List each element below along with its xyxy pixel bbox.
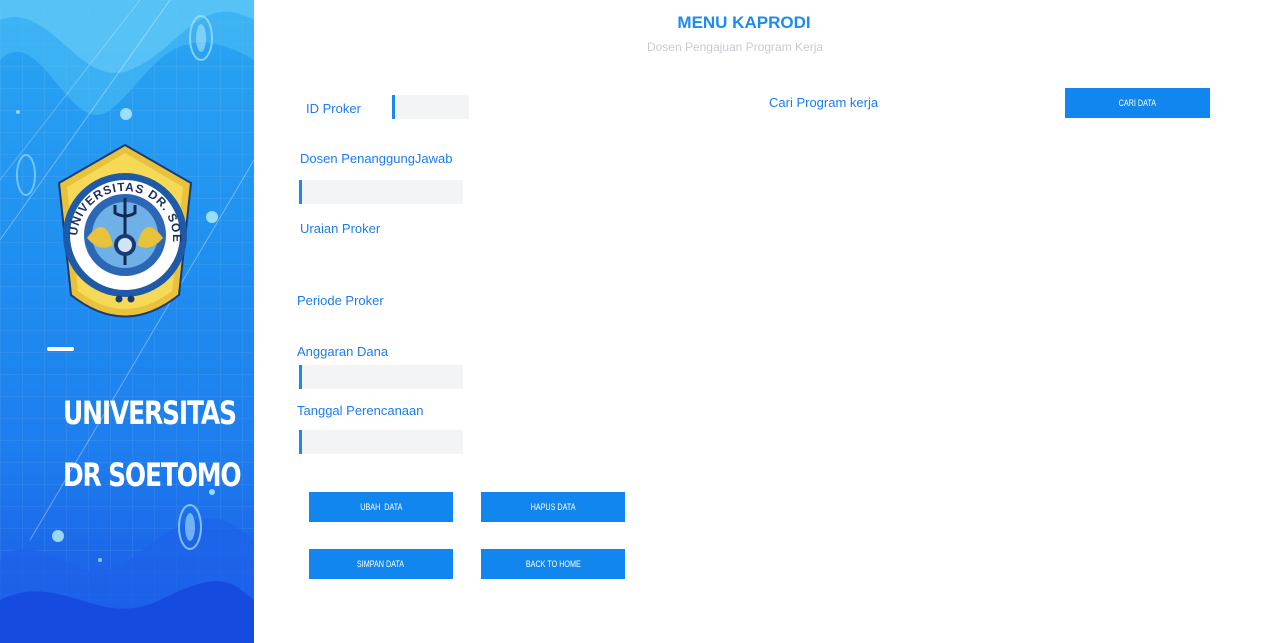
university-name-line1: UNIVERSITAS: [63, 394, 237, 432]
university-seal-icon: UNIVERSITAS DR. SOETOMO: [55, 143, 193, 318]
id-proker-input[interactable]: [392, 95, 469, 119]
delete-button-label: HAPUS DATA: [530, 502, 576, 512]
search-label: Cari Program kerja: [769, 95, 879, 110]
save-button[interactable]: SIMPAN DATA: [309, 549, 453, 579]
tanggal-input[interactable]: [299, 430, 463, 454]
page-subtitle: Dosen Pengajuan Program Kerja: [646, 40, 824, 54]
save-button-label: SIMPAN DATA: [357, 559, 405, 569]
tanggal-label: Tanggal Perencanaan: [297, 403, 424, 418]
sidebar-divider: [47, 347, 74, 351]
update-button[interactable]: UBAH DATA: [309, 492, 453, 522]
sidebar-panel: UNIVERSITAS DR. SOETOMO UNIVERSITAS DR S…: [0, 0, 254, 643]
anggaran-input[interactable]: [299, 365, 463, 389]
uraian-label: Uraian Proker: [300, 221, 381, 236]
page-title: MENU KAPRODI: [677, 13, 811, 32]
delete-button[interactable]: HAPUS DATA: [481, 492, 625, 522]
anggaran-label: Anggaran Dana: [297, 344, 389, 359]
dosen-input[interactable]: [299, 180, 463, 204]
id-proker-label: ID Proker: [306, 101, 361, 116]
dosen-label: Dosen PenanggungJawab: [300, 151, 453, 166]
back-home-button[interactable]: BACK TO HOME: [481, 549, 625, 579]
university-name-line2: DR SOETOMO: [63, 456, 242, 494]
periode-label: Periode Proker: [297, 293, 384, 308]
back-home-button-label: BACK TO HOME: [525, 559, 581, 569]
update-button-label: UBAH DATA: [359, 502, 403, 512]
search-button[interactable]: CARI DATA: [1065, 88, 1210, 118]
search-button-label: CARI DATA: [1118, 98, 1157, 108]
